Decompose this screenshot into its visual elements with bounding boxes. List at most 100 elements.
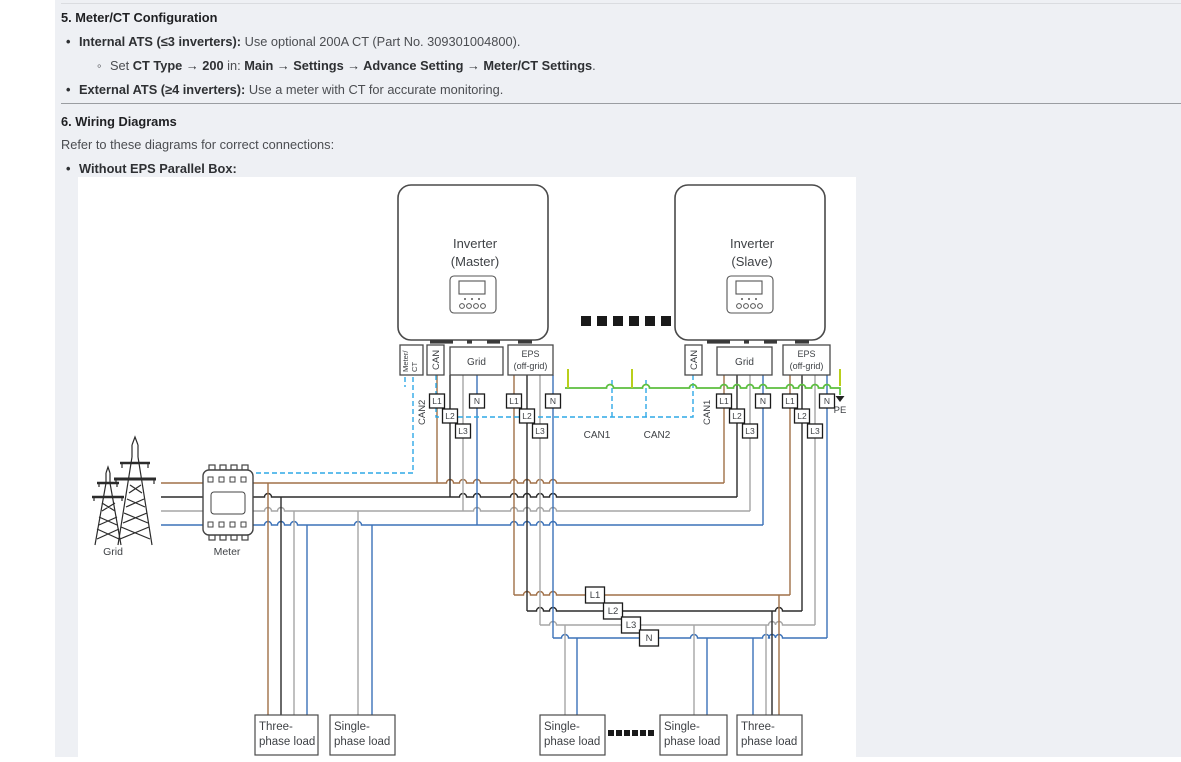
load-single-phase-1: Single- phase load [330,715,395,755]
wire-tag-L1: L1 [507,394,522,408]
can1-label: CAN1 [584,430,611,441]
bullet-internal-ats: •Internal ATS (≤3 inverters): Use option… [66,34,520,49]
load-three-phase-right: Three- phase load [737,715,802,755]
inverter-slave-title: Inverter [730,236,775,251]
wire-tag-N: N [546,394,561,408]
svg-text:L1: L1 [509,396,519,406]
svg-text:phase load: phase load [259,736,315,748]
wire-tag-L3: L3 [743,424,758,438]
svg-text:Three-: Three- [741,721,775,733]
port-can-label: CAN [689,350,700,370]
manual-page: { "doc": { "bullet_char": "•", "sub_bull… [0,0,1181,757]
port-eps-label1: EPS [521,349,539,359]
svg-text:Single-: Single- [544,721,580,733]
port-grid-label: Grid [735,357,754,368]
wire-tag-L3: L3 [456,424,471,438]
svg-text:L2: L2 [522,411,532,421]
bullet-without-eps: •Without EPS Parallel Box: [66,161,237,176]
svg-text:L2: L2 [608,606,619,617]
power-bus-bk [252,494,737,498]
pe-bus [565,385,840,396]
wire-tag-L2: L2 [730,409,745,423]
svg-text:L2: L2 [445,411,455,421]
svg-text:phase load: phase load [334,736,390,748]
power-bus-gy [252,508,750,512]
wire-tag-L1: L1 [430,394,445,408]
inverter-slave-subtitle: (Slave) [731,254,772,269]
sub-bullet-ct-type: ◦Set CT Type → 200 in: Main → Settings →… [97,58,596,73]
inverter-display-icon [727,276,773,313]
svg-text:Single-: Single- [334,721,370,733]
continuation-dots-icon [581,316,671,326]
grid-towers-icon [92,437,156,545]
inverter-master-subtitle: (Master) [451,254,499,269]
power-bus-bl [252,522,763,526]
can2-label: CAN2 [644,430,671,441]
svg-text:N: N [824,396,830,406]
meter-caption: Meter [214,546,241,558]
wire-tag-N: N [756,394,771,408]
inverter-slave-box: Inverter (Slave) [675,185,825,344]
port-eps-label2: (off-grid) [514,361,548,371]
port-can-label: CAN [431,350,442,370]
wire-tag-L1: L1 [586,587,605,603]
svg-text:L1: L1 [432,396,442,406]
port-eps-label1: EPS [797,349,815,359]
inverter-master-box: Inverter (Master) [398,185,548,344]
load-three-phase-left: Three- phase load [255,715,318,755]
load-single-phase-2: Single- phase load [540,715,605,755]
svg-text:L1: L1 [590,590,601,601]
svg-text:L3: L3 [458,426,468,436]
wire-tag-L2: L2 [443,409,458,423]
svg-text:L1: L1 [785,396,795,406]
power-bus-gy [540,622,815,626]
svg-text:N: N [550,396,556,406]
svg-text:Single-: Single- [664,721,700,733]
bullet-marker: • [66,34,79,49]
svg-text:L3: L3 [535,426,545,436]
power-bus-bk [527,608,802,612]
svg-text:N: N [760,396,766,406]
pe-ground-icon [836,396,845,402]
section-6-intro: Refer to these diagrams for correct conn… [61,137,334,152]
can2-vertical-label: CAN2 [417,400,428,425]
svg-text:L3: L3 [745,426,755,436]
wire-tag-L1: L1 [717,394,732,408]
top-hairline [61,3,1181,4]
load-single-phase-3: Single- phase load [660,715,727,755]
svg-text:L3: L3 [626,620,637,631]
port-grid-label: Grid [467,357,486,368]
wire-tag-N: N [820,394,835,408]
wire-tag-L3: L3 [533,424,548,438]
sub-bullet-marker: ◦ [97,58,110,73]
wire-tag-L3: L3 [622,617,641,633]
port-meter-ct-label2: CT [410,362,419,372]
meter-box [203,465,253,540]
load-continuation-dots-icon [608,730,654,736]
svg-text:phase load: phase load [741,736,797,748]
wiring-diagram: PE Inverter (Master) Inverter (Slave) [78,177,856,757]
svg-text:N: N [474,396,480,406]
svg-text:L3: L3 [810,426,820,436]
svg-text:Three-: Three- [259,721,293,733]
pe-label: PE [834,405,847,416]
meter-comm-line [255,377,413,473]
svg-text:L2: L2 [797,411,807,421]
inverter-display-icon [450,276,496,313]
wire-tag-L2: L2 [795,409,810,423]
grid-caption: Grid [103,546,123,558]
can1-vertical-label: CAN1 [702,400,713,425]
svg-text:phase load: phase load [664,736,720,748]
svg-text:N: N [646,633,653,644]
port-eps-label2: (off-grid) [790,361,824,371]
svg-text:phase load: phase load [544,736,600,748]
svg-text:L2: L2 [732,411,742,421]
section-6-heading: 6. Wiring Diagrams [61,114,177,129]
section-5-heading: 5. Meter/CT Configuration [61,10,217,25]
power-bus-bl [553,635,827,639]
svg-text:L1: L1 [719,396,729,406]
wire-tag-L3: L3 [808,424,823,438]
section-divider [61,103,1181,104]
power-bus-br [514,592,790,596]
wire-tag-N: N [470,394,485,408]
